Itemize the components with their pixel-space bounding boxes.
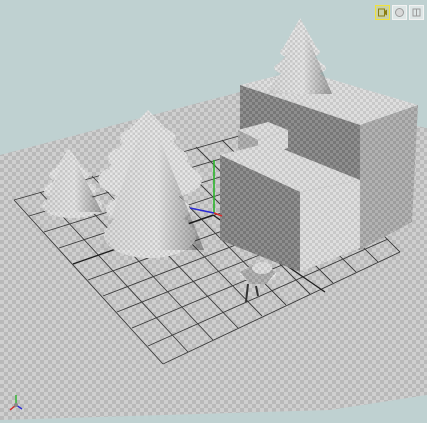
viewport-toolbar	[375, 5, 424, 20]
view-mode-1-button[interactable]	[375, 5, 390, 20]
3d-viewport[interactable]	[0, 0, 427, 423]
view-mode-3-button[interactable]	[409, 5, 424, 20]
shading-icon	[395, 8, 404, 17]
overlay-icon	[412, 8, 421, 17]
scene-canvas[interactable]	[0, 0, 427, 423]
camera-icon	[378, 8, 387, 17]
view-mode-2-button[interactable]	[392, 5, 407, 20]
